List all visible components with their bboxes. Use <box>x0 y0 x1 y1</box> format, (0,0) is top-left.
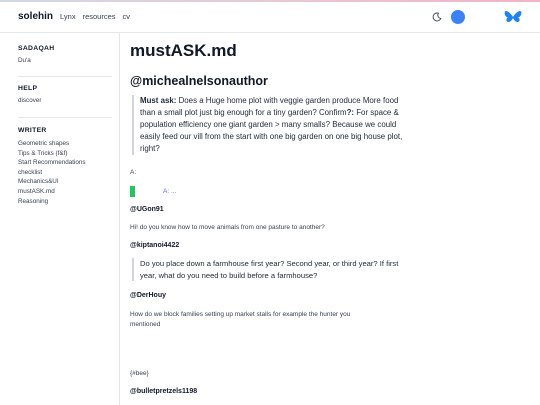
sidebar-item-reasoning[interactable]: Reasoning <box>18 197 112 207</box>
author-handle-heading: @michealnelsonauthor <box>130 74 268 88</box>
sidebar-item-mechanics-ui[interactable]: Mechanics&UI <box>18 177 112 187</box>
sidebar-item-geometric-shapes[interactable]: Geometric shapes <box>18 139 112 149</box>
question-blockquote: Must ask: Does a Huge home plot with veg… <box>132 95 412 155</box>
sidebar-list-writer: Geometric shapes Tips & Tricks (f&f) Sta… <box>18 139 112 206</box>
kiptanoi-blockquote: Do you place down a farmhouse first year… <box>132 258 408 281</box>
navbar: solehin Lynx resources cv <box>0 2 540 33</box>
site-brand[interactable]: solehin <box>18 11 53 22</box>
sidebar-divider <box>18 117 112 118</box>
nav-link-resources[interactable]: resources <box>83 12 116 21</box>
comment-text-derhouy: How do we block families setting up mark… <box>130 311 351 328</box>
bluesky-butterfly-icon[interactable] <box>504 10 522 25</box>
sidebar-item-tips-tricks[interactable]: Tips & Tricks (f&f) <box>18 149 112 159</box>
sidebar-section-help: HELP discover <box>18 85 112 106</box>
sidebar-item-dua[interactable]: Du'a <box>18 56 112 66</box>
bluesky-avatar[interactable] <box>451 10 465 24</box>
nav-link-lynx[interactable]: Lynx <box>60 12 76 21</box>
answer-link[interactable]: A: ... <box>163 188 176 195</box>
answer-label: A: <box>130 169 137 176</box>
username-kiptanoi4422: @kiptanoi4422 <box>130 242 180 249</box>
nav-link-cv[interactable]: cv <box>123 12 131 21</box>
sidebar-item-checklist[interactable]: checklist <box>18 168 112 178</box>
sidebar-title-help: HELP <box>18 85 38 92</box>
sidebar-divider <box>18 76 112 77</box>
sidebar-title-writer: WRITER <box>18 127 47 134</box>
nav-links: Lynx resources cv <box>60 12 130 21</box>
page-title: mustASK.md <box>130 41 237 60</box>
comment-text-ugon91: Hi! do you know how to move animals from… <box>130 224 325 231</box>
confirm-label: ?: <box>346 107 355 117</box>
username-bulletpretzels1198: @bulletpretzels1198 <box>130 388 198 395</box>
sidebar-title-sadaqah: SADAQAH <box>18 45 55 52</box>
sidebar-section-writer: WRITER Geometric shapes Tips & Tricks (f… <box>18 127 112 206</box>
sidebar: SADAQAH Du'a HELP discover WRITER Geomet… <box>0 33 120 405</box>
username-derhouy: @DerHouy <box>130 292 166 299</box>
sidebar-item-discover[interactable]: discover <box>18 96 112 106</box>
sidebar-section-sadaqah: SADAQAH Du'a <box>18 45 112 66</box>
sidebar-item-start-recommendations[interactable]: Start Recommendations <box>18 158 112 168</box>
username-ugon91: @UGon91 <box>130 206 164 213</box>
sidebar-item-mustask[interactable]: mustASK.md <box>18 187 112 197</box>
must-ask-label: Must ask: <box>140 96 177 105</box>
tag-text: {#bee} <box>130 370 149 377</box>
answer-marker <box>130 186 135 197</box>
moon-icon[interactable] <box>432 12 442 22</box>
